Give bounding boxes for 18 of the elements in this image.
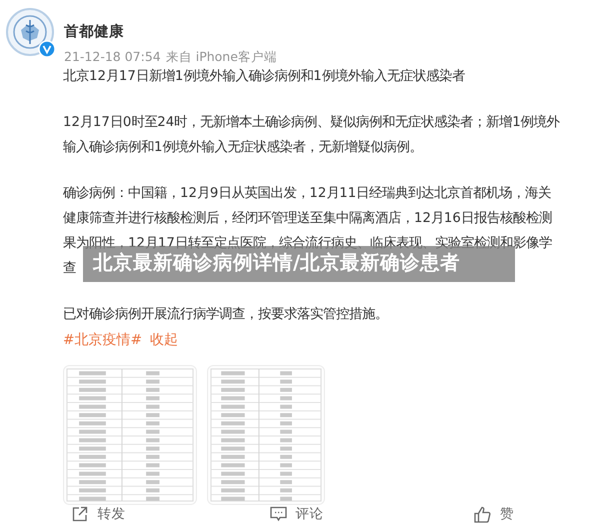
author-name[interactable]: 首都健康 [64, 22, 277, 41]
post-text-line: 查 [63, 260, 76, 278]
post-text-line: 12月17日0时至24时，无新增本土确诊病例、疑似病例和无症状感染者；新增1例境外 [63, 114, 560, 132]
hashtag-link[interactable]: #北京疫情# [63, 328, 142, 353]
post-text-line: 确诊病例：中国籍，12月9日从英国出发，12月11日经瑞典到达北京首都机场，海关 [63, 184, 552, 203]
post-time: 21-12-18 07:54 [64, 49, 161, 66]
collapse-link[interactable]: 收起 [150, 328, 178, 353]
post-text-line: 健康筛查并进行核酸检测后，经闭环管理送至集中隔离酒店，12月16日报告核酸检测 [63, 210, 552, 228]
comment-button[interactable]: 评论 [270, 505, 324, 523]
share-icon [72, 506, 88, 522]
thumbs-up-icon [474, 506, 492, 522]
post-text-line: 北京12月17日新增1例境外输入确诊病例和1例境外输入无症状感染者 [63, 68, 465, 86]
post-text-line: 已对确诊病例开展流行病学调查，按要求落实管控措施。 [63, 306, 388, 324]
repost-button[interactable]: 转发 [72, 505, 126, 523]
post-text-line: 输入确诊病例和1例境外输入无症状感染者，无新增疑似病例。 [63, 138, 422, 157]
post-source: 来自 iPhone客户端 [166, 49, 277, 66]
comment-icon [270, 506, 286, 522]
like-button[interactable]: 赞 [474, 505, 514, 523]
